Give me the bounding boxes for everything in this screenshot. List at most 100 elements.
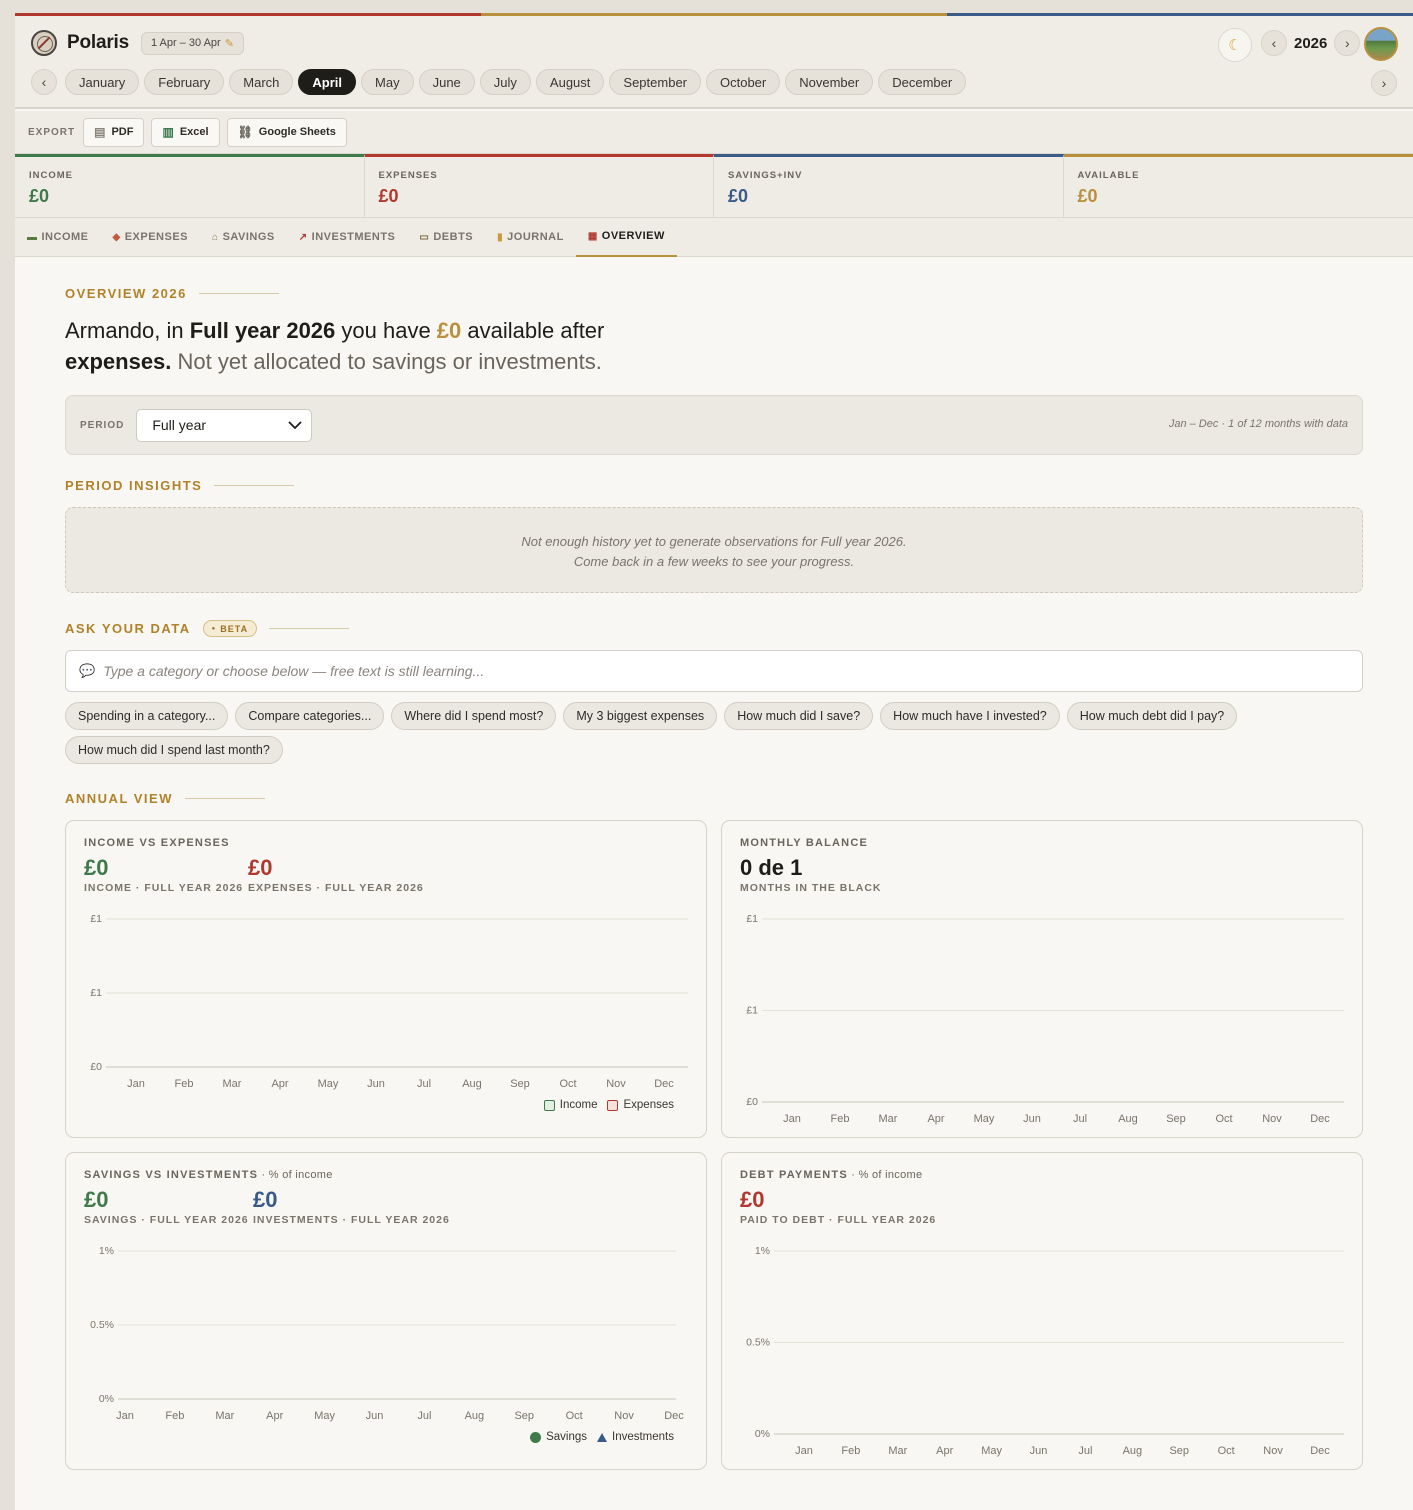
suggestion-chip[interactable]: Spending in a category... (65, 702, 229, 730)
excel-icon: ▥ (162, 125, 174, 139)
y-tick-label: £1 (746, 913, 758, 925)
month-tab-october[interactable]: October (706, 69, 781, 95)
month-tab-december[interactable]: December (878, 69, 967, 95)
insights-empty-box: Not enough history yet to generate obser… (65, 507, 1363, 593)
y-tick-label: 1% (99, 1245, 114, 1257)
next-year-button[interactable]: › (1334, 30, 1361, 56)
brand-name: Polaris (67, 32, 129, 53)
ask-input[interactable]: 💬 Type a category or choose below — free… (65, 650, 1363, 692)
legend: Income Expenses (534, 1099, 674, 1111)
suggestion-chip[interactable]: How much did I save? (724, 702, 874, 730)
prev-month-button[interactable]: ‹ (31, 69, 57, 95)
top-bar: Polaris 1 Apr – 30 Apr ✎ ☾ ‹ 2026 › ‹ Ja… (15, 13, 1413, 109)
divider (184, 798, 265, 799)
tab-income[interactable]: ▬ INCOME (27, 218, 89, 257)
tab-savings[interactable]: ⌂ SAVINGS (212, 218, 275, 257)
export-excel-button[interactable]: ▥ Excel (151, 117, 220, 147)
stat-value: 0 de 1 (740, 855, 803, 880)
month-tab-november[interactable]: November (785, 69, 874, 95)
headline-mid: you have (335, 318, 437, 343)
stat-value: £0 (84, 1187, 109, 1212)
summary-value: £0 (378, 186, 399, 206)
avatar[interactable] (1364, 27, 1398, 61)
suggestion-chip[interactable]: My 3 biggest expenses (563, 702, 718, 730)
insights-line-2: Come back in a few weeks to see your pro… (573, 554, 855, 569)
x-tick-label: Oct (566, 1410, 583, 1422)
legend-label: Investments (612, 1431, 674, 1443)
period-meta: Jan – Dec · 1 of 12 months with data (1168, 418, 1348, 430)
tab-investments[interactable]: ↗ INVESTMENTS (299, 218, 396, 257)
suggestion-chip[interactable]: How much have I invested? (880, 702, 1060, 730)
suggestion-chip[interactable]: How much debt did I pay? (1066, 702, 1238, 730)
month-tab-september[interactable]: September (609, 69, 701, 95)
period-select[interactable]: Full year (136, 408, 313, 442)
y-tick-label: £1 (90, 913, 102, 925)
summary-label: EXPENSES (378, 170, 438, 181)
suggestion-chip[interactable]: How much did I spend last month? (65, 736, 283, 764)
y-tick-label: £0 (90, 1061, 102, 1073)
tab-label: EXPENSES (124, 231, 189, 243)
month-tab-july[interactable]: July (479, 69, 531, 95)
insights-section-title: PERIOD INSIGHTS (65, 478, 295, 493)
month-tab-may[interactable]: May (361, 69, 414, 95)
legend-label: Income (559, 1099, 598, 1111)
month-tab-april[interactable]: April (298, 69, 357, 95)
tab-overview[interactable]: ▦ OVERVIEW (575, 218, 677, 257)
summary-card-income: INCOME £0 (15, 154, 365, 218)
x-tick-label: Feb (165, 1410, 184, 1422)
x-tick-label: Mar (215, 1410, 234, 1422)
x-tick-label: Jan (127, 1078, 145, 1090)
legend: Savings Investments (520, 1431, 674, 1443)
month-tab-june[interactable]: June (418, 69, 475, 95)
card-icon: ▭ (419, 231, 430, 243)
x-tick-label: Nov (1262, 1113, 1282, 1125)
divider (198, 293, 279, 294)
panel-debt-payments: DEBT PAYMENTS · % of income £0 PAID TO D… (721, 1152, 1363, 1470)
panel-subtitle: · % of income (847, 1169, 923, 1181)
chevron-down-icon (288, 420, 302, 429)
chart-income-vs-expenses: £1 £1 £0 Jan Feb Mar Apr May Jun Jul Aug Sep Oct Nov D… (90, 913, 688, 1090)
summary-label: AVAILABLE (1077, 170, 1140, 181)
x-tick-label: Jun (367, 1078, 385, 1090)
export-bar: EXPORT ▤ PDF ▥ Excel ⛓ Google Sheets (15, 111, 1413, 154)
month-tab-january[interactable]: January (65, 69, 140, 95)
tab-journal[interactable]: ▮ JOURNAL (497, 218, 564, 257)
export-pdf-button[interactable]: ▤ PDF (83, 117, 145, 147)
x-tick-label: Jun (1030, 1445, 1048, 1457)
month-tab-february[interactable]: February (144, 69, 225, 95)
divider (214, 485, 295, 486)
suggestion-chip[interactable]: Where did I spend most? (391, 702, 557, 730)
x-tick-label: Sep (510, 1078, 530, 1090)
panel-subtitle: · % of income (258, 1169, 333, 1181)
month-tab-august[interactable]: August (535, 69, 605, 95)
prev-year-button[interactable]: ‹ (1261, 30, 1287, 56)
x-tick-label: Dec (1310, 1113, 1330, 1125)
stat-value: £0 (248, 855, 273, 880)
x-tick-label: Feb (175, 1078, 194, 1090)
headline-bold-end: expenses. (65, 349, 172, 374)
export-excel-label: Excel (179, 126, 209, 138)
next-month-button[interactable]: › (1371, 70, 1397, 96)
export-google-sheets-button[interactable]: ⛓ Google Sheets (226, 117, 347, 147)
legend-item-savings: Savings (530, 1431, 587, 1443)
theme-toggle-moon-icon[interactable]: ☾ (1218, 28, 1252, 62)
date-range-pill[interactable]: 1 Apr – 30 Apr ✎ (140, 31, 244, 55)
month-tab-march[interactable]: March (229, 69, 294, 95)
y-tick-label: £0 (746, 1096, 758, 1108)
stat-value: £0 (253, 1187, 278, 1212)
overview-title-text: OVERVIEW 2026 (65, 286, 187, 301)
tab-debts[interactable]: ▭ DEBTS (419, 218, 473, 257)
x-tick-label: Jun (1023, 1113, 1041, 1125)
stat-label: MONTHS IN THE BLACK (740, 882, 882, 894)
x-tick-label: May (974, 1113, 995, 1125)
legend-item-investments: Investments (597, 1431, 674, 1443)
x-tick-label: Aug (465, 1410, 485, 1422)
brand: Polaris 1 Apr – 30 Apr ✎ (31, 30, 244, 56)
panel-title: MONTHLY BALANCE (740, 837, 869, 849)
summary-value: £0 (1077, 186, 1098, 206)
y-tick-label: 0% (755, 1428, 770, 1440)
insights-title-text: PERIOD INSIGHTS (65, 478, 203, 493)
tab-expenses[interactable]: ◆ EXPENSES (113, 218, 189, 257)
accent-stripe-expenses (15, 13, 481, 16)
suggestion-chip[interactable]: Compare categories... (235, 702, 385, 730)
